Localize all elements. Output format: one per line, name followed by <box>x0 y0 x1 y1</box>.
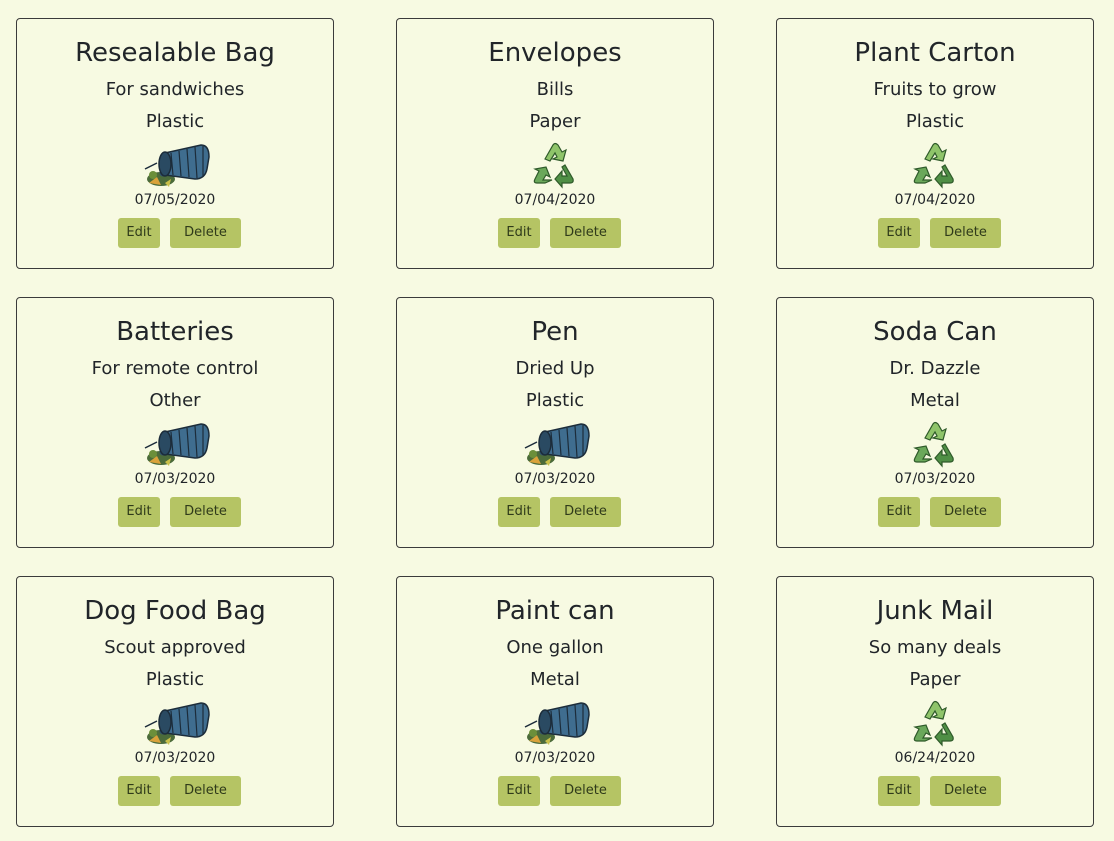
delete-button[interactable]: Delete <box>170 497 241 527</box>
card-material: Paper <box>909 669 961 690</box>
edit-button[interactable]: Edit <box>118 776 160 806</box>
recycle-icon <box>895 139 975 191</box>
card-description: Dr. Dazzle <box>889 358 981 379</box>
card-title: Batteries <box>116 317 234 347</box>
card-description: Scout approved <box>104 637 246 658</box>
card-date: 07/03/2020 <box>894 471 976 487</box>
card-date: 06/24/2020 <box>894 750 976 766</box>
card-date: 07/05/2020 <box>134 192 216 208</box>
delete-button[interactable]: Delete <box>550 218 621 248</box>
delete-button[interactable]: Delete <box>170 218 241 248</box>
recycle-icon <box>895 418 975 470</box>
edit-button[interactable]: Edit <box>498 497 540 527</box>
edit-button[interactable]: Edit <box>118 218 160 248</box>
trash-can-icon <box>135 418 215 470</box>
item-card: Resealable Bag For sandwiches Plastic 07/05… <box>16 18 334 269</box>
item-card: Soda Can Dr. Dazzle Metal 07/03/2020 Edit Del… <box>776 297 1094 548</box>
card-title: Dog Food Bag <box>84 596 266 626</box>
trash-can-icon <box>515 418 595 470</box>
edit-button[interactable]: Edit <box>498 218 540 248</box>
item-card: Pen Dried Up Plastic 07/03/2020 Edit Delete <box>396 297 714 548</box>
card-description: Fruits to grow <box>873 79 997 100</box>
items-grid: Resealable Bag For sandwiches Plastic 07/05… <box>16 18 1094 827</box>
delete-button[interactable]: Delete <box>930 497 1001 527</box>
card-title: Envelopes <box>488 38 622 68</box>
card-description: One gallon <box>506 637 604 658</box>
trash-can-icon <box>135 697 215 749</box>
card-material: Metal <box>530 669 580 690</box>
item-card: Batteries For remote control Other 07/03/20… <box>16 297 334 548</box>
card-title: Plant Carton <box>854 38 1016 68</box>
delete-button[interactable]: Delete <box>170 776 241 806</box>
card-material: Plastic <box>145 111 205 132</box>
item-card: Dog Food Bag Scout approved Plastic 07/03/2… <box>16 576 334 827</box>
delete-button[interactable]: Delete <box>930 218 1001 248</box>
delete-button[interactable]: Delete <box>550 776 621 806</box>
card-description: For sandwiches <box>105 79 245 100</box>
card-material: Plastic <box>525 390 585 411</box>
item-card: Plant Carton Fruits to grow Plastic 07/04/2… <box>776 18 1094 269</box>
card-material: Plastic <box>145 669 205 690</box>
trash-can-icon <box>135 139 215 191</box>
card-date: 07/03/2020 <box>134 750 216 766</box>
card-title: Paint can <box>495 596 615 626</box>
card-date: 07/04/2020 <box>894 192 976 208</box>
edit-button[interactable]: Edit <box>498 776 540 806</box>
card-title: Pen <box>531 317 579 347</box>
card-material: Metal <box>910 390 960 411</box>
trash-can-icon <box>515 697 595 749</box>
item-card: Envelopes Bills Paper 07/04/2020 Edit Delete <box>396 18 714 269</box>
delete-button[interactable]: Delete <box>930 776 1001 806</box>
recycle-icon <box>515 139 595 191</box>
card-material: Paper <box>529 111 581 132</box>
card-material: Other <box>149 390 201 411</box>
edit-button[interactable]: Edit <box>118 497 160 527</box>
card-date: 07/03/2020 <box>514 750 596 766</box>
recycle-icon <box>895 697 975 749</box>
card-date: 07/03/2020 <box>514 471 596 487</box>
item-card: Junk Mail So many deals Paper 06/24/2020 Edi… <box>776 576 1094 827</box>
edit-button[interactable]: Edit <box>878 497 920 527</box>
card-description: Dried Up <box>515 358 595 379</box>
card-date: 07/03/2020 <box>134 471 216 487</box>
card-title: Junk Mail <box>876 596 994 626</box>
delete-button[interactable]: Delete <box>550 497 621 527</box>
card-description: Bills <box>536 79 574 100</box>
card-title: Soda Can <box>873 317 997 347</box>
card-material: Plastic <box>905 111 965 132</box>
edit-button[interactable]: Edit <box>878 776 920 806</box>
card-title: Resealable Bag <box>75 38 275 68</box>
card-description: For remote control <box>91 358 259 379</box>
card-description: So many deals <box>868 637 1002 658</box>
card-date: 07/04/2020 <box>514 192 596 208</box>
edit-button[interactable]: Edit <box>878 218 920 248</box>
item-card: Paint can One gallon Metal 07/03/2020 Edit De… <box>396 576 714 827</box>
